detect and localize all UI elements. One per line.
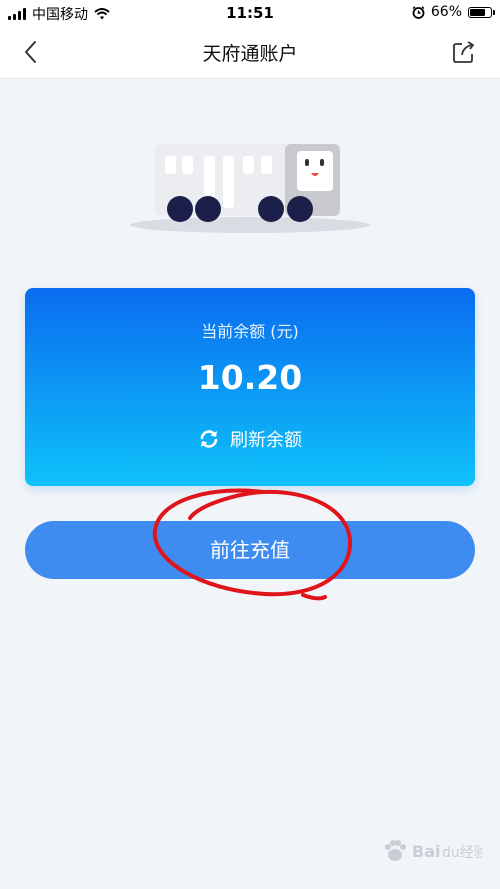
refresh-icon [200, 430, 218, 448]
svg-text:du经验: du经验 [442, 845, 482, 861]
recharge-button[interactable]: 前往充值 [25, 521, 475, 579]
bus-icon [130, 144, 370, 233]
page-title: 天府通账户 [202, 43, 298, 65]
baidu-watermark: Bai du经验 [382, 838, 482, 864]
battery-icon [468, 6, 495, 18]
status-bar: 中国移动 11:51 66% [0, 0, 500, 26]
balance-label: 当前余额 (元) [201, 322, 299, 341]
balance-value: 10.20 [197, 358, 303, 397]
refresh-balance-button[interactable]: 刷新余额 [25, 426, 475, 452]
battery-level [470, 8, 485, 16]
nav-bar: 天府通账户 [0, 26, 500, 79]
alarm-icon [412, 5, 425, 19]
refresh-label: 刷新余额 [230, 430, 302, 451]
share-icon[interactable] [450, 38, 478, 66]
battery-percent: 66% [430, 4, 462, 20]
status-right: 66% [412, 4, 495, 20]
balance-card: 当前余额 (元) 10.20 刷新余额 [25, 288, 475, 486]
svg-text:Bai: Bai [412, 842, 440, 861]
baidu-logo-text: Bai du经验 [412, 842, 482, 861]
baidu-paw-icon [385, 840, 406, 861]
